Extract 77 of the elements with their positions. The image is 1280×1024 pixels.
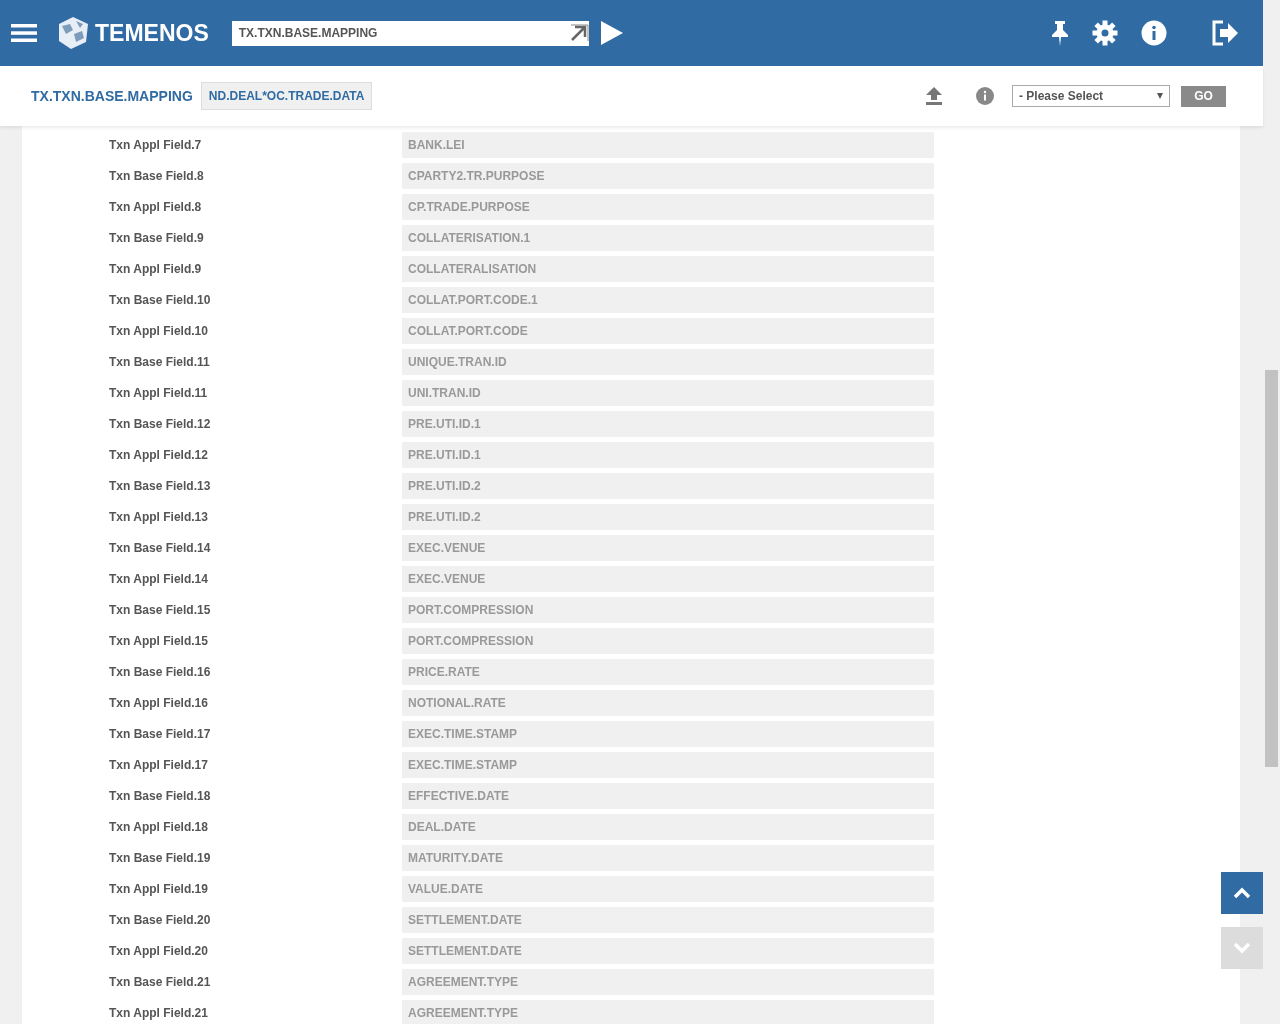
- field-label: Txn Appl Field.10: [108, 324, 209, 338]
- scroll-up-button[interactable]: [1221, 872, 1263, 914]
- field-label: Txn Appl Field.16: [108, 696, 209, 710]
- field-value: COLLAT.PORT.CODE.1: [402, 287, 934, 313]
- field-value: PRE.UTI.ID.2: [402, 473, 934, 499]
- globe-cube-icon: [56, 16, 90, 50]
- field-label: Txn Appl Field.15: [108, 634, 209, 648]
- field-value: PRICE.RATE: [402, 659, 934, 685]
- field-label: Txn Appl Field.19: [108, 882, 209, 896]
- field-label: Txn Base Field.17: [108, 727, 212, 741]
- record-id-badge: ND.DEAL*OC.TRADE.DATA: [200, 82, 373, 110]
- menu-icon[interactable]: [11, 23, 37, 43]
- field-label: Txn Base Field.9: [108, 231, 205, 245]
- field-value: AGREEMENT.TYPE: [402, 1000, 934, 1024]
- field-value: EXEC.TIME.STAMP: [402, 721, 934, 747]
- chevron-icon: [1233, 942, 1251, 954]
- field-value: EXEC.VENUE: [402, 535, 934, 561]
- brand-name: TEMENOS: [95, 19, 209, 47]
- field-value: SETTLEMENT.DATE: [402, 938, 934, 964]
- scrollbar[interactable]: [1263, 0, 1280, 1024]
- field-label: Txn Base Field.15: [108, 603, 212, 617]
- field-label: Txn Appl Field.20: [108, 944, 209, 958]
- upload-icon[interactable]: [926, 87, 942, 105]
- application-title: TX.TXN.BASE.MAPPING: [31, 88, 193, 104]
- field-label: Txn Base Field.14: [108, 541, 212, 555]
- field-label: Txn Appl Field.17: [108, 758, 209, 772]
- field-value: UNI.TRAN.ID: [402, 380, 934, 406]
- field-label: Txn Appl Field.11: [108, 386, 209, 400]
- field-value: PORT.COMPRESSION: [402, 628, 934, 654]
- field-value: NOTIONAL.RATE: [402, 690, 934, 716]
- field-label: Txn Base Field.18: [108, 789, 212, 803]
- expand-arrow-icon[interactable]: [568, 24, 589, 42]
- field-label: Txn Appl Field.14: [108, 572, 209, 586]
- field-label: Txn Base Field.10: [108, 293, 212, 307]
- settings-icon[interactable]: [1092, 20, 1118, 46]
- field-label: Txn Base Field.21: [108, 975, 212, 989]
- field-value: AGREEMENT.TYPE: [402, 969, 934, 995]
- field-label: Txn Appl Field.13: [108, 510, 209, 524]
- field-value: SETTLEMENT.DATE: [402, 907, 934, 933]
- field-value: MATURITY.DATE: [402, 845, 934, 871]
- field-label: Txn Base Field.12: [108, 417, 212, 431]
- field-value: VALUE.DATE: [402, 876, 934, 902]
- field-value: EFFECTIVE.DATE: [402, 783, 934, 809]
- field-value: CP.TRADE.PURPOSE: [402, 194, 934, 220]
- field-value: PRE.UTI.ID.2: [402, 504, 934, 530]
- field-value: PRE.UTI.ID.1: [402, 411, 934, 437]
- field-value: COLLATERISATION.1: [402, 225, 934, 251]
- field-value: EXEC.TIME.STAMP: [402, 752, 934, 778]
- play-icon[interactable]: [600, 21, 623, 45]
- field-label: Txn Appl Field.7: [108, 138, 203, 152]
- field-value: COLLAT.PORT.CODE: [402, 318, 934, 344]
- field-label: Txn Base Field.8: [108, 169, 205, 183]
- field-value: PORT.COMPRESSION: [402, 597, 934, 623]
- chevron-icon: [1233, 887, 1251, 899]
- field-label: Txn Base Field.20: [108, 913, 212, 927]
- field-label: Txn Appl Field.8: [108, 200, 203, 214]
- action-select[interactable]: - Please Select: [1012, 85, 1170, 107]
- field-value: BANK.LEI: [402, 132, 934, 158]
- field-value: DEAL.DATE: [402, 814, 934, 840]
- field-value: EXEC.VENUE: [402, 566, 934, 592]
- field-value: CPARTY2.TR.PURPOSE: [402, 163, 934, 189]
- command-field[interactable]: TX.TXN.BASE.MAPPING: [231, 20, 589, 46]
- field-label: Txn Base Field.19: [108, 851, 212, 865]
- caret-icon: [1157, 93, 1163, 99]
- info-icon[interactable]: [1141, 20, 1167, 46]
- field-label: Txn Appl Field.21: [108, 1006, 209, 1020]
- info-icon[interactable]: [976, 87, 994, 105]
- field-value: PRE.UTI.ID.1: [402, 442, 934, 468]
- field-label: Txn Base Field.13: [108, 479, 212, 493]
- field-label: Txn Base Field.16: [108, 665, 212, 679]
- field-label: Txn Base Field.11: [108, 355, 211, 369]
- field-label: Txn Appl Field.9: [108, 262, 203, 276]
- field-label: Txn Appl Field.12: [108, 448, 209, 462]
- field-value: COLLATERALISATION: [402, 256, 934, 282]
- field-value: UNIQUE.TRAN.ID: [402, 349, 934, 375]
- field-label: Txn Appl Field.18: [108, 820, 209, 834]
- logout-icon[interactable]: [1212, 20, 1238, 46]
